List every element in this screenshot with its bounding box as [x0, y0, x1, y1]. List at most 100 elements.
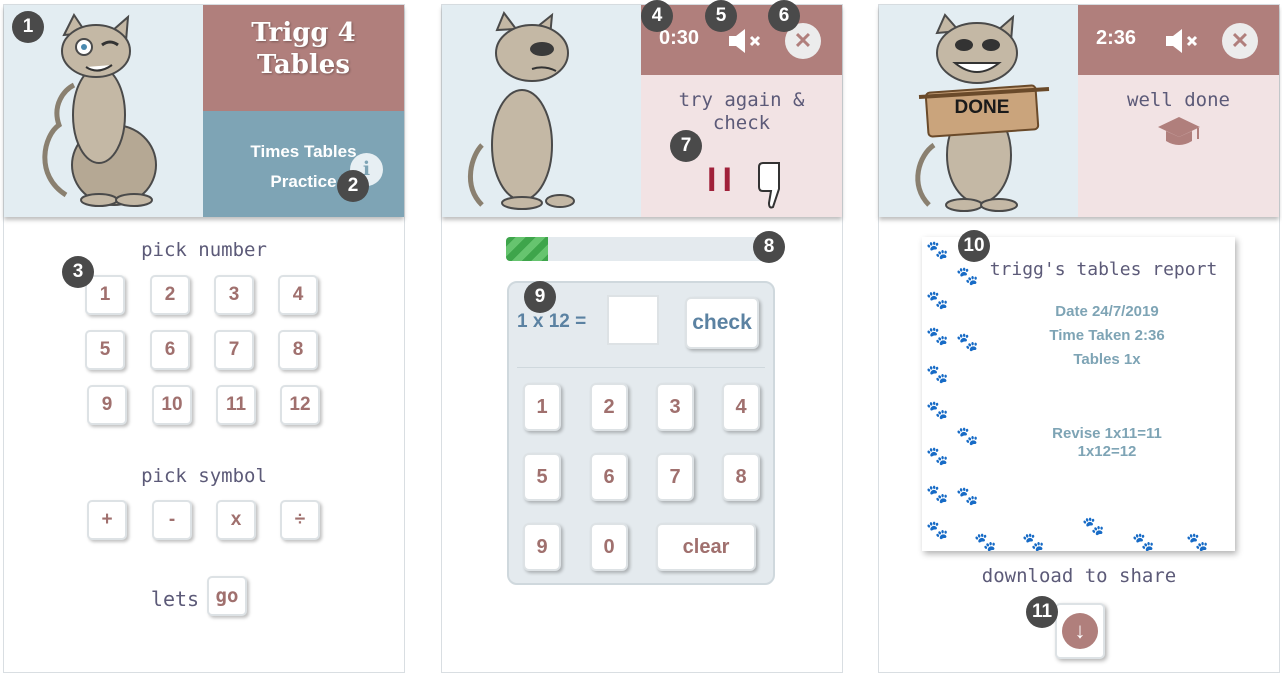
number-button-5[interactable]: 5	[85, 330, 125, 370]
keypad-key-6[interactable]: 6	[590, 453, 628, 501]
keypad-key-4[interactable]: 4	[722, 383, 760, 431]
close-icon[interactable]: ✕	[1222, 23, 1258, 59]
report-revise-line-1: Revise 1x11=11	[1052, 425, 1162, 442]
marker-2: 2	[337, 170, 369, 202]
symbol-button-plus[interactable]: +	[87, 500, 127, 540]
cat-illustration-done: DONE	[879, 5, 1078, 217]
keypad-key-2[interactable]: 2	[590, 383, 628, 431]
timer: 2:36	[1096, 27, 1137, 49]
paw-print-icon: 🐾	[926, 520, 949, 540]
paw-print-icon: 🐾	[974, 532, 997, 551]
feedback-panel: well done	[1078, 75, 1279, 217]
keypad-key-5[interactable]: 5	[523, 453, 561, 501]
keypad-key-0[interactable]: 0	[590, 523, 628, 571]
marker-9: 9	[524, 281, 556, 313]
symbol-button-divide[interactable]: ÷	[280, 500, 320, 540]
marker-3: 3	[62, 256, 94, 288]
status-panel: 2:36 ✕ well done	[1078, 5, 1279, 217]
timer: 0:30	[659, 27, 700, 49]
speaker-muted-icon[interactable]	[1164, 27, 1204, 55]
number-button-8[interactable]: 8	[278, 330, 318, 370]
title-panel: Trigg 4 Tables Times Tables Practice i	[203, 5, 404, 217]
number-button-7[interactable]: 7	[214, 330, 254, 370]
check-button[interactable]: check	[685, 297, 759, 349]
progress-fill	[506, 237, 548, 261]
paw-print-icon: 🐾	[926, 240, 949, 260]
marker-4: 4	[641, 0, 673, 32]
marker-5: 5	[705, 0, 737, 32]
marker-7: 7	[670, 130, 702, 162]
keypad-key-3[interactable]: 3	[656, 383, 694, 431]
keypad-key-1[interactable]: 1	[523, 383, 561, 431]
paw-print-icon: 🐾	[926, 326, 949, 346]
quiz-screen: 0:30 ✕ try again & check II 1 x 12 = che…	[441, 4, 843, 673]
paw-print-icon: 🐾	[926, 446, 949, 466]
keypad-key-8[interactable]: 8	[722, 453, 760, 501]
report-screen: DONE 2:36 ✕ well done 🐾 🐾 🐾 🐾 🐾 🐾 🐾 🐾 🐾 …	[878, 4, 1280, 673]
report-time-taken: Time Taken 2:36	[1049, 327, 1165, 344]
thumbs-down-icon	[758, 162, 780, 209]
download-button[interactable]: ↓	[1055, 603, 1105, 659]
number-button-12[interactable]: 12	[280, 385, 320, 425]
status-bar: 2:36 ✕	[1078, 5, 1279, 75]
paw-print-icon: 🐾	[956, 332, 979, 352]
download-arrow-icon: ↓	[1062, 613, 1098, 649]
marker-6: 6	[768, 0, 800, 32]
report-title: trigg's tables report	[989, 259, 1218, 280]
pick-number-label: pick number	[141, 239, 267, 261]
number-button-11[interactable]: 11	[216, 385, 256, 425]
mode-panel: Times Tables Practice i	[203, 111, 404, 217]
progress-bar	[506, 237, 768, 261]
keypad-key-7[interactable]: 7	[656, 453, 694, 501]
paw-print-icon: 🐾	[1186, 532, 1209, 551]
paw-print-icon: 🐾	[1132, 532, 1155, 551]
answer-input[interactable]	[607, 295, 659, 345]
symbol-button-minus[interactable]: -	[152, 500, 192, 540]
clear-button[interactable]: clear	[656, 523, 756, 571]
graduation-cap-icon	[1158, 117, 1200, 145]
marker-10: 10	[958, 230, 990, 262]
paw-print-icon: 🐾	[1082, 516, 1105, 536]
number-button-10[interactable]: 10	[152, 385, 192, 425]
lets-label: lets	[150, 587, 200, 611]
feedback-line-2: check	[712, 112, 771, 134]
download-label: download to share	[981, 565, 1177, 587]
quiz-header: 0:30 ✕ try again & check II	[442, 5, 842, 217]
marker-1: 1	[12, 11, 44, 43]
app-title: Trigg 4 Tables	[203, 5, 404, 111]
number-button-9[interactable]: 9	[87, 385, 127, 425]
keypad-key-9[interactable]: 9	[523, 523, 561, 571]
number-button-4[interactable]: 4	[278, 275, 318, 315]
pick-symbol-label: pick symbol	[141, 465, 267, 487]
paw-print-icon: 🐾	[926, 364, 949, 384]
paw-print-icon: 🐾	[1022, 532, 1045, 551]
number-button-3[interactable]: 3	[214, 275, 254, 315]
paw-print-icon: 🐾	[926, 290, 949, 310]
report-header: DONE 2:36 ✕ well done	[879, 5, 1279, 217]
marker-11: 11	[1026, 596, 1058, 628]
status-panel: 0:30 ✕ try again & check II	[641, 5, 842, 217]
report-date: Date 24/7/2019	[1055, 303, 1159, 320]
symbol-button-multiply[interactable]: x	[216, 500, 256, 540]
report-revise-line-2: 1x12=12	[1077, 443, 1137, 460]
number-button-2[interactable]: 2	[150, 275, 190, 315]
answer-keypad: 1 x 12 = check 1 2 3 4 5 6 7 8 9 0 clear	[507, 281, 775, 585]
done-sign-text: DONE	[954, 97, 1010, 118]
question-equation: 1 x 12 =	[517, 311, 587, 332]
number-button-6[interactable]: 6	[150, 330, 190, 370]
setup-screen: Trigg 4 Tables Times Tables Practice i p…	[3, 4, 405, 673]
feedback-text: try again & check	[641, 89, 842, 135]
go-button[interactable]: go	[207, 576, 247, 616]
tables-report-card: 🐾 🐾 🐾 🐾 🐾 🐾 🐾 🐾 🐾 🐾 🐾 🐾 🐾 🐾 🐾 🐾 🐾 trigg'…	[922, 237, 1235, 551]
speaker-muted-icon[interactable]	[727, 27, 767, 55]
cat-illustration-thinking	[442, 5, 641, 217]
feedback-line-1: try again &	[678, 89, 805, 111]
paw-print-icon: 🐾	[926, 400, 949, 420]
feedback-text: well done	[1127, 89, 1230, 111]
marker-8: 8	[753, 231, 785, 263]
wrong-tally: II	[707, 161, 738, 199]
keypad-divider	[517, 367, 765, 368]
paw-print-icon: 🐾	[926, 484, 949, 504]
report-tables: Tables 1x	[1073, 351, 1141, 368]
paw-print-icon: 🐾	[956, 486, 979, 506]
